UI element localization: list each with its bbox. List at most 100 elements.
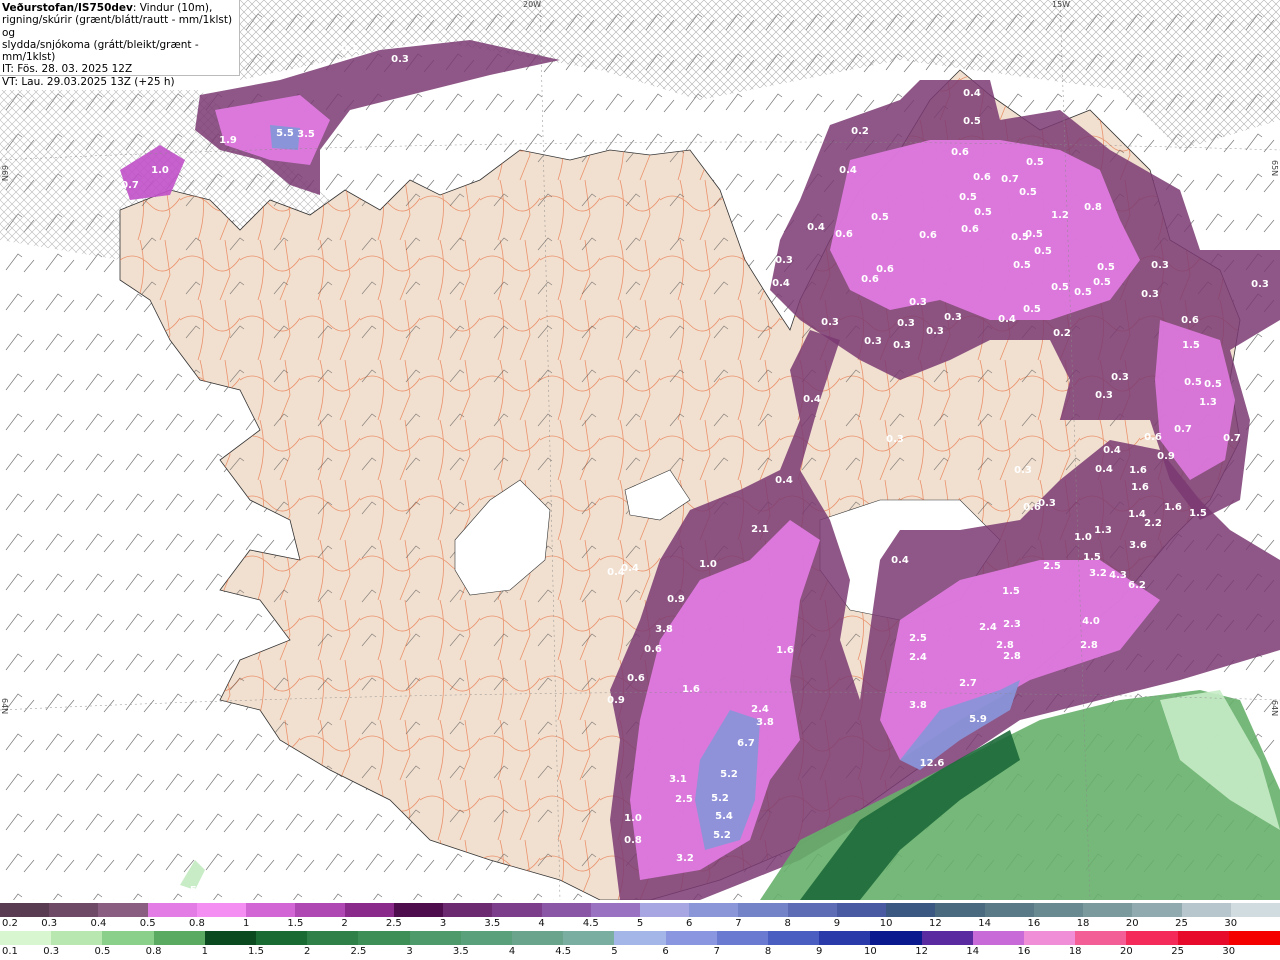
grid-label-65n: 65N [1270, 160, 1279, 177]
precip-value-100: 2.8 [1003, 651, 1021, 662]
precip-value-64: 0.5 [1204, 379, 1222, 390]
precip-value-57: 0.4 [1095, 464, 1113, 475]
precip-value-88: 6.2 [1128, 580, 1146, 591]
legend-swatch [665, 931, 718, 945]
legend-swatch [409, 931, 462, 945]
precip-value-77: 0.4 [621, 563, 639, 574]
legend-swatch [972, 931, 1025, 945]
precip-value-12: 0.6 [973, 172, 991, 183]
precip-value-48: 0.3 [864, 336, 882, 347]
precip-value-4: 3.5 [297, 129, 315, 140]
forecast-map-window: 0.2 0.3 1.9 5.5 3.5 0.7 1.0 0.4 0.5 0.2 0.6 0.4 0.6 0… [0, 0, 1280, 960]
precip-value-38: 0.3 [1251, 279, 1269, 290]
legend-label: 0.4 [90, 918, 107, 929]
precip-value-10: 0.6 [951, 147, 969, 158]
legend-swatch [886, 903, 936, 917]
legend-swatch [1075, 931, 1127, 945]
legend-swatch [1230, 903, 1280, 917]
precip-value-27: 0.3 [775, 255, 793, 266]
legend-label: 0.2 [2, 918, 18, 929]
precip-value-80: 0.4 [891, 555, 909, 566]
precip-value-1: 0.3 [391, 54, 409, 65]
init-time: IT: Fös. 28. 03. 2025 12Z [2, 63, 133, 76]
legend-swatch [819, 931, 871, 945]
precip-value-96: 4.0 [1082, 616, 1100, 627]
legend-swatch [590, 903, 641, 917]
legend-swatch [295, 903, 346, 917]
precip-value-118: 0.8 [624, 835, 642, 846]
precip-value-14: 0.5 [959, 192, 977, 203]
title-description-3: slydda/snjókoma (grátt/bleikt/grænt - mm… [2, 38, 199, 64]
precip-value-56: 0.3 [1014, 465, 1032, 476]
precip-value-87: 4.3 [1109, 570, 1127, 581]
precip-value-109: 6.7 [737, 738, 755, 749]
legend-swatch [49, 903, 99, 917]
precip-value-19: 0.6 [835, 229, 853, 240]
precip-value-89: 1.5 [1002, 586, 1020, 597]
grid-label-64n-left: 64N [0, 698, 9, 715]
precip-value-104: 0.9 [607, 695, 625, 706]
precip-value-75: 2.1 [751, 524, 769, 535]
legend-swatch [204, 931, 257, 945]
precip-value-34: 0.5 [1074, 287, 1092, 298]
precip-value-97: 2.8 [996, 640, 1014, 651]
legend-label: 0.5 [94, 946, 111, 957]
legend-label: 6 [662, 946, 669, 957]
precip-value-16: 0.5 [1019, 187, 1037, 198]
precip-value-20: 0.4 [807, 222, 825, 233]
precip-value-81: 1.3 [1094, 525, 1112, 536]
precip-value-21: 0.6 [919, 230, 937, 241]
precip-value-84: 1.5 [1083, 552, 1101, 563]
precip-value-45: 0.3 [1141, 289, 1159, 300]
legend-swatch [1132, 903, 1183, 917]
legend-label: 18 [1076, 918, 1090, 929]
precip-value-25: 1.2 [1051, 210, 1069, 221]
legend-label: 10 [879, 918, 893, 929]
legend-label: 1.5 [248, 946, 264, 957]
legend-swatch [1177, 931, 1230, 945]
legend-swatch [1033, 903, 1084, 917]
legend-swatch [344, 903, 395, 917]
legend-label: 12 [929, 918, 942, 929]
grid-label-66n: 66N [0, 165, 9, 182]
legend-label: 16 [1017, 946, 1031, 957]
title-description-2: rigning/skúrir (grænt/blátt/rautt - mm/1… [2, 14, 233, 39]
precip-value-42: 0.3 [944, 312, 962, 323]
precip-value-103: 2.7 [959, 678, 977, 689]
precip-value-28: 0.4 [772, 278, 790, 289]
precip-value-91: 0.6 [644, 644, 662, 655]
precip-value-8: 0.5 [963, 116, 981, 127]
legend-label: 0.1 [2, 946, 18, 957]
precip-value-85: 2.5 [1043, 561, 1061, 572]
precip-value-7: 0.4 [963, 88, 981, 99]
precip-value-43: 0.4 [998, 314, 1016, 325]
precip-value-30: 0.6 [861, 274, 879, 285]
legend-swatch [102, 931, 155, 945]
legend-swatch [98, 903, 149, 917]
legend-snow-labels: 0.2 0.3 0.4 0.5 0.8 1 1.5 2 2.5 3 3.5 4 4.5 5 6 7 8 9 10 12… [0, 918, 1280, 932]
legend-swatch [147, 903, 198, 917]
precip-value-46: 0.2 [1053, 328, 1071, 339]
precip-value-9: 0.2 [851, 126, 869, 137]
precip-value-52: 0.3 [1111, 372, 1129, 383]
precip-value-26: 0.8 [1084, 202, 1102, 213]
precip-value-32: 0.5 [1034, 246, 1052, 257]
legend-swatch [1083, 903, 1133, 917]
legend-label: 10 [864, 946, 877, 957]
legend-swatch [512, 931, 564, 945]
precip-value-117: 5.2 [713, 830, 731, 841]
precip-value-110: 12.6 [920, 758, 945, 769]
legend-swatch [768, 931, 820, 945]
precip-value-98: 2.8 [1080, 640, 1098, 651]
precip-value-39: 0.3 [909, 297, 927, 308]
legend-swatch [0, 931, 52, 945]
legend-swatch [614, 931, 667, 945]
map-title-box: Veðurstofan/IS750dev: Vindur (10m), rign… [0, 0, 240, 88]
precip-value-13: 0.5 [1026, 157, 1044, 168]
legend-label: 1 [201, 946, 208, 957]
precip-value-74: 1.5 [1189, 508, 1207, 519]
legend-swatch [393, 903, 444, 917]
legend-label: 4 [508, 946, 516, 957]
legend-label: 8 [784, 918, 791, 929]
precip-value-40: 0.3 [821, 317, 839, 328]
